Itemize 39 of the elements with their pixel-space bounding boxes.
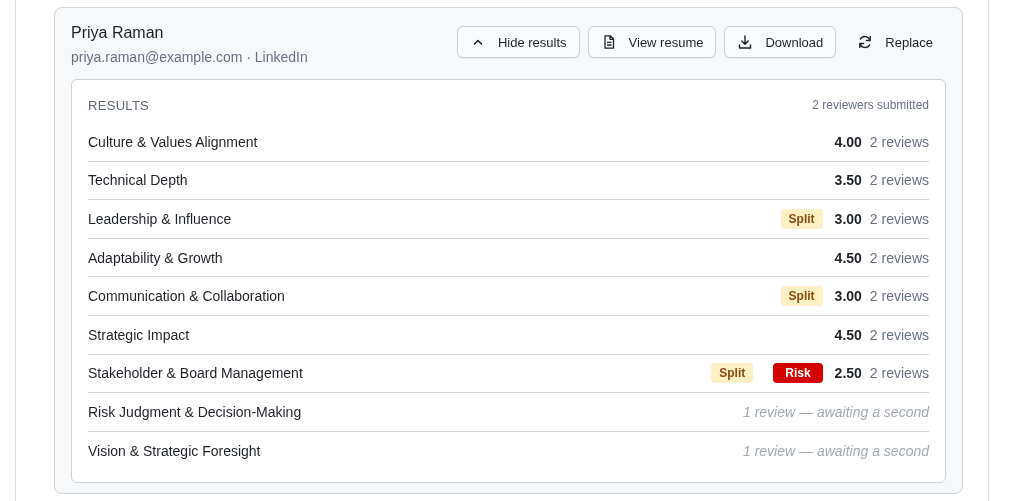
score: 3.50 (834, 172, 862, 189)
candidate-contact: priya.raman@example.com · LinkedIn (71, 49, 308, 65)
split-badge: Split (711, 363, 754, 384)
split-badge: Split (780, 209, 823, 229)
document-button[interactable]: View resume (587, 26, 717, 58)
collapse-button[interactable]: Hide results (456, 26, 580, 58)
review-count: 2 reviews (869, 172, 929, 189)
score: 4.00 (834, 133, 862, 150)
criterion-name: Leadership & Influence (88, 211, 232, 227)
review-count: 2 reviews (869, 249, 929, 266)
score: 4.50 (834, 249, 862, 266)
criterion-name: Adaptability & Growth (88, 249, 223, 266)
score: 4.50 (834, 326, 862, 343)
criterion-name: Culture & Values Alignment (88, 133, 258, 150)
criterion-name: Technical Depth (88, 172, 188, 189)
candidate-name: Priya Raman (71, 24, 165, 42)
criterion-name: Vision & Strategic Foresight (88, 442, 261, 459)
download-icon (737, 34, 754, 50)
pending-note: 1 review — awaiting a second (743, 403, 929, 420)
review-count: 2 reviews (869, 288, 929, 305)
criterion-name: Stakeholder & Board Management (88, 365, 303, 382)
review-count: 2 reviews (869, 326, 929, 343)
split-badge: Split (780, 286, 823, 307)
refresh-icon (857, 34, 874, 50)
download-button[interactable]: Download (724, 26, 837, 58)
review-count: 2 reviews (869, 133, 929, 150)
reviewers-summary: 2 reviewers submitted (812, 98, 929, 112)
score: 3.00 (834, 211, 862, 227)
refresh-button[interactable]: Replace (844, 26, 946, 58)
risk-badge: Risk (773, 363, 823, 384)
criterion-name: Risk Judgment & Decision-Making (88, 403, 302, 420)
pending-note: 1 review — awaiting a second (743, 442, 929, 459)
review-count: 2 reviews (869, 211, 929, 227)
criterion-name: Communication & Collaboration (88, 288, 285, 305)
score: 3.00 (834, 288, 862, 305)
review-count: 2 reviews (869, 365, 929, 382)
results-title: RESULTS (88, 97, 150, 113)
score: 2.50 (834, 365, 862, 382)
criterion-name: Strategic Impact (88, 326, 190, 343)
